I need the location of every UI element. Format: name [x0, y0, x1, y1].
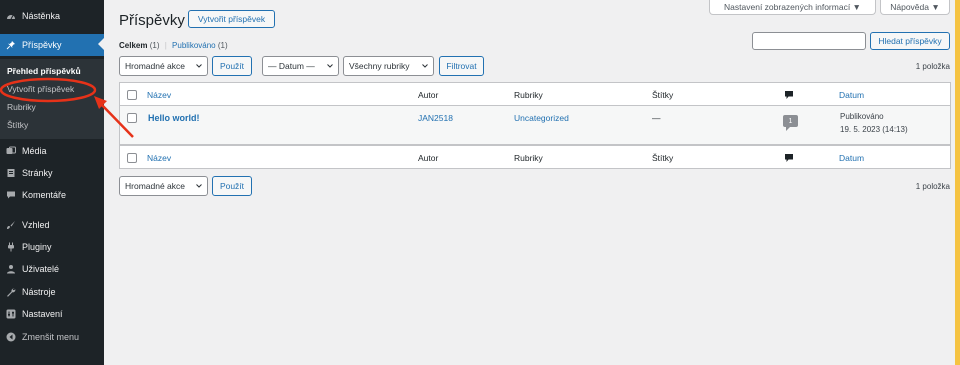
bulk-actions-select-bottom[interactable]: Hromadné akce	[119, 176, 208, 196]
comment-column-icon	[785, 91, 793, 99]
search-input[interactable]	[752, 32, 866, 50]
sidebar-item-plugins[interactable]: Pluginy	[0, 236, 104, 258]
right-edge-strip	[955, 0, 960, 365]
sidebar-item-label: Nástěnka	[22, 11, 61, 21]
table-footer: Název Autor Rubriky Štítky Datum	[119, 145, 951, 169]
date-filter-value: — Datum —	[268, 61, 315, 71]
wrench-icon	[6, 287, 16, 297]
sidebar-item-label: Vzhled	[22, 220, 50, 230]
admin-sidebar: Nástěnka Příspěvky Přehled příspěvků Vyt…	[0, 0, 104, 365]
sidebar-item-tools[interactable]: Nástroje	[0, 281, 104, 303]
filter-published-link[interactable]: Publikováno	[172, 41, 216, 50]
screen-options-tab[interactable]: Nastavení zobrazených informací ▼	[709, 0, 876, 15]
sidebar-item-label: Zmenšit menu	[22, 332, 80, 342]
submenu-item-add-new[interactable]: Vytvořit příspěvek	[7, 84, 74, 94]
filter-all-count: (1)	[149, 41, 160, 50]
post-title-link[interactable]: Hello world!	[148, 113, 200, 123]
pin-icon	[6, 40, 16, 50]
pages-icon	[6, 168, 16, 178]
column-date-header[interactable]: Datum	[839, 90, 864, 100]
brush-icon	[6, 220, 16, 230]
column-categories-header: Rubriky	[514, 90, 543, 100]
category-filter-select[interactable]: Všechny rubriky	[343, 56, 434, 76]
post-category-link[interactable]: Uncategorized	[514, 113, 569, 123]
sidebar-item-label: Stránky	[22, 168, 53, 178]
comments-icon	[6, 190, 16, 200]
apply-button-top[interactable]: Použít	[212, 56, 252, 76]
table-row: Hello world! JAN2518 Uncategorized — 1 P…	[119, 105, 951, 145]
status-filter-links: Celkem (1) | Publikováno (1)	[119, 41, 228, 50]
comment-count-bubble[interactable]: 1	[783, 115, 798, 131]
sidebar-item-label: Média	[22, 146, 47, 156]
filter-button[interactable]: Filtrovat	[439, 56, 484, 76]
column-date-footer[interactable]: Datum	[839, 153, 864, 163]
sidebar-item-label: Příspěvky	[22, 40, 62, 50]
chevron-down-icon	[196, 64, 202, 68]
post-status: Publikováno	[840, 112, 884, 121]
bulk-actions-value: Hromadné akce	[125, 61, 186, 71]
filter-separator: |	[164, 41, 167, 50]
comment-column-icon	[785, 154, 793, 162]
submenu-item-categories[interactable]: Rubriky	[7, 102, 36, 112]
select-all-checkbox-footer[interactable]	[127, 153, 137, 163]
submenu-item-tags[interactable]: Štítky	[7, 120, 28, 130]
date-filter-select[interactable]: — Datum —	[262, 56, 339, 76]
sidebar-item-dashboard[interactable]: Nástěnka	[0, 5, 104, 27]
chevron-down-icon	[422, 64, 428, 68]
post-author-link[interactable]: JAN2518	[418, 113, 453, 123]
filter-all-link[interactable]: Celkem	[119, 41, 147, 50]
help-tab[interactable]: Nápověda ▼	[880, 0, 950, 15]
category-filter-value: Všechny rubriky	[349, 61, 410, 71]
table-header: Název Autor Rubriky Štítky Datum	[119, 82, 951, 106]
column-title-footer[interactable]: Název	[147, 153, 171, 163]
plugin-icon	[6, 242, 16, 252]
bulk-actions-select-top[interactable]: Hromadné akce	[119, 56, 208, 76]
select-all-checkbox[interactable]	[127, 90, 137, 100]
collapse-icon	[6, 332, 16, 342]
dashboard-icon	[6, 11, 16, 21]
sidebar-item-collapse[interactable]: Zmenšit menu	[0, 326, 104, 348]
bulk-actions-value: Hromadné akce	[125, 181, 186, 191]
items-count-bottom: 1 položka	[915, 182, 950, 191]
sidebar-item-settings[interactable]: Nastavení	[0, 303, 104, 325]
main-content: Nastavení zobrazených informací ▼ Nápově…	[104, 0, 960, 365]
filter-published-count: (1)	[217, 41, 228, 50]
sidebar-item-media[interactable]: Média	[0, 140, 104, 162]
chevron-down-icon	[327, 64, 333, 68]
column-categories-footer: Rubriky	[514, 153, 543, 163]
add-new-post-button[interactable]: Vytvořit příspěvek	[188, 10, 275, 28]
sidebar-item-appearance[interactable]: Vzhled	[0, 214, 104, 236]
users-icon	[6, 264, 16, 274]
search-posts-button[interactable]: Hledat příspěvky	[870, 32, 950, 50]
post-tags: —	[652, 113, 661, 123]
sidebar-item-label: Pluginy	[22, 242, 52, 252]
settings-icon	[6, 309, 16, 319]
column-title-header[interactable]: Název	[147, 90, 171, 100]
row-checkbox[interactable]	[127, 113, 137, 123]
column-author-header: Autor	[418, 90, 439, 100]
media-icon	[6, 146, 16, 156]
column-tags-header: Štítky	[652, 90, 674, 100]
column-tags-footer: Štítky	[652, 153, 674, 163]
sidebar-item-users[interactable]: Uživatelé	[0, 258, 104, 280]
posts-submenu: Přehled příspěvků Vytvořit příspěvek Rub…	[0, 59, 104, 139]
sidebar-item-label: Uživatelé	[22, 264, 60, 274]
sidebar-item-label: Nastavení	[22, 309, 63, 319]
post-date: 19. 5. 2023 (14:13)	[840, 125, 908, 134]
items-count-top: 1 položka	[915, 62, 950, 71]
page-title: Příspěvky	[119, 12, 185, 29]
sidebar-item-posts[interactable]: Příspěvky	[0, 34, 104, 56]
sidebar-item-pages[interactable]: Stránky	[0, 162, 104, 184]
sidebar-item-label: Komentáře	[22, 190, 67, 200]
sidebar-item-comments[interactable]: Komentáře	[0, 184, 104, 206]
chevron-down-icon	[196, 184, 202, 188]
apply-button-bottom[interactable]: Použít	[212, 176, 252, 196]
submenu-item-all-posts[interactable]: Přehled příspěvků	[7, 66, 81, 76]
column-author-footer: Autor	[418, 153, 439, 163]
sidebar-item-label: Nástroje	[22, 287, 56, 297]
